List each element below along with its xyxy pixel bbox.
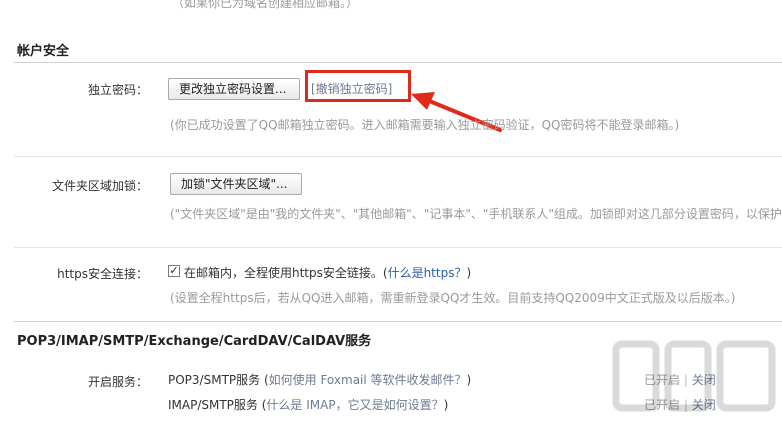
change-password-button[interactable]: 更改独立密码设置... <box>168 78 300 100</box>
top-note: （如果你已为域名创建相应邮箱。） <box>172 0 359 10</box>
independent-password-label: 独立密码： <box>87 83 148 97</box>
https-checkbox-text: 在邮箱内，全程使用https安全链接。( <box>184 266 388 280</box>
https-option-row: 在邮箱内，全程使用https安全链接。(什么是https？) <box>184 264 471 281</box>
account-security-title: 帐户安全 <box>17 44 70 59</box>
foxmail-help-link[interactable]: 如何使用 Foxmail 等软件收发邮件？ <box>269 373 467 387</box>
row-divider <box>14 156 782 157</box>
service-name: POP3/SMTP服务 <box>168 373 261 387</box>
watermark-logo-icon <box>612 340 776 412</box>
help-open-paren: ( <box>260 373 269 387</box>
section-divider <box>14 62 782 63</box>
https-note: (设置全程https后，若从QQ进入邮箱，需重新登录QQ才生效。目前支持QQ20… <box>170 291 736 305</box>
password-note: (你已成功设置了QQ邮箱独立密码。进入邮箱需要输入独立密码验证，QQ密码将不能登… <box>170 118 680 132</box>
service-row: POP3/SMTP服务 (如何使用 Foxmail 等软件收发邮件？) <box>168 371 471 388</box>
https-checkbox[interactable]: ✓ <box>168 265 180 277</box>
lock-folder-button[interactable]: 加锁"文件夹区域"... <box>170 173 302 195</box>
https-close-paren: ) <box>466 266 472 280</box>
protocols-title: POP3/IMAP/SMTP/Exchange/CardDAV/CalDAV服务 <box>17 334 372 349</box>
service-name: IMAP/SMTP服务 <box>168 398 258 412</box>
help-close-paren: ) <box>443 398 449 412</box>
help-close-paren: ) <box>466 373 472 387</box>
https-label: https安全连接： <box>57 267 148 281</box>
service-row: IMAP/SMTP服务 (什么是 IMAP，它又是如何设置？) <box>168 396 448 413</box>
annotation-highlight-box <box>305 70 411 102</box>
folder-lock-label: 文件夹区域加锁： <box>51 179 148 193</box>
row-divider <box>14 247 782 248</box>
imap-help-link[interactable]: 什么是 IMAP，它又是如何设置？ <box>266 398 443 412</box>
section-divider <box>14 321 782 322</box>
folder-lock-note: ("文件夹区域"是由"我的文件夹"、"其他邮箱"、"记事本"、"手机联系人"组成… <box>170 207 782 221</box>
enable-services-label: 开启服务： <box>87 375 148 389</box>
what-is-https-link[interactable]: 什么是https？ <box>388 266 467 280</box>
